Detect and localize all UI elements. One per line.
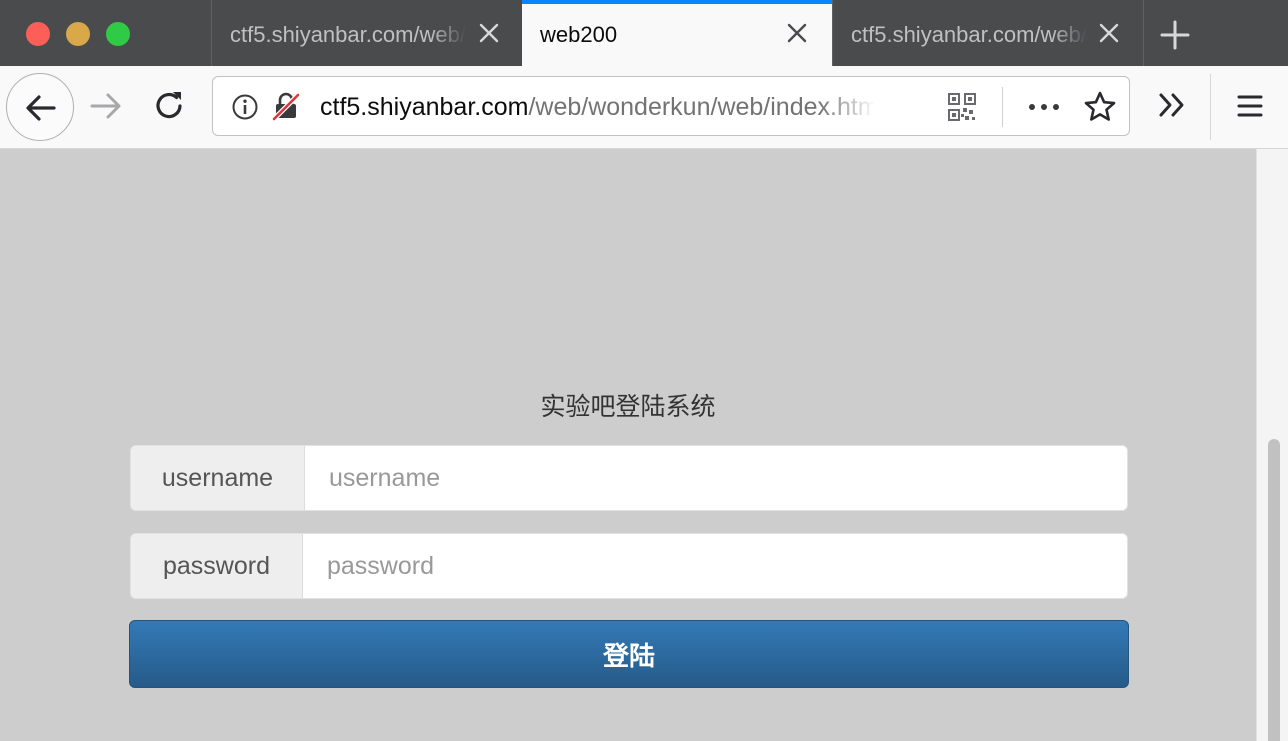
window-close-button[interactable] [26, 22, 50, 46]
page-content: 实验吧登陆系统 username password 登陆 [0, 149, 1256, 741]
info-icon[interactable] [231, 93, 259, 121]
password-input-group: password [130, 533, 1128, 599]
tab-title: ctf5.shiyanbar.com/web/wonderkun/web/ind… [851, 22, 1087, 47]
tab-1[interactable]: ctf5.shiyanbar.com/web/wonderkun/web/ind… [211, 0, 522, 66]
tab-strip: ctf5.shiyanbar.com/web/wonderkun/web/ind… [0, 0, 1288, 66]
toolbar-separator [1210, 74, 1211, 140]
qr-code-icon[interactable] [947, 92, 977, 122]
hamburger-menu-icon[interactable] [1236, 92, 1264, 120]
url-path: /web/wonderkun/web/index.html [528, 93, 876, 121]
new-tab-plus-icon[interactable] [1156, 16, 1194, 54]
bookmark-star-icon[interactable] [1083, 90, 1117, 124]
login-button[interactable]: 登陆 [129, 620, 1129, 688]
tab-3[interactable]: ctf5.shiyanbar.com/web/wonderkun/web/ind… [832, 0, 1144, 66]
navigation-toolbar: ctf5.shiyanbar.com/web/wonderkun/web/ind… [0, 66, 1288, 149]
close-icon[interactable] [476, 20, 502, 46]
back-button[interactable] [6, 73, 74, 141]
username-input-group: username [130, 445, 1128, 511]
window-minimize-button[interactable] [66, 22, 90, 46]
overflow-chevron-icon[interactable] [1156, 90, 1190, 120]
close-icon[interactable] [1096, 20, 1122, 46]
tab-2-active[interactable]: web200 [522, 0, 832, 66]
password-input[interactable] [303, 534, 1127, 598]
url-text[interactable]: ctf5.shiyanbar.com/web/wonderkun/web/ind… [320, 93, 876, 122]
tab-title: web200 [540, 22, 618, 47]
browser-window: ctf5.shiyanbar.com/web/wonderkun/web/ind… [0, 0, 1288, 741]
page-actions-icon[interactable] [1027, 92, 1061, 122]
url-host: ctf5.shiyanbar.com [320, 93, 529, 121]
scrollbar[interactable] [1256, 149, 1288, 741]
password-label: password [131, 534, 303, 598]
scrollbar-thumb[interactable] [1268, 439, 1280, 741]
close-icon[interactable] [784, 20, 810, 46]
page-title: 实验吧登陆系统 [540, 393, 716, 421]
back-arrow-icon [26, 95, 56, 121]
forward-arrow-icon[interactable] [88, 88, 124, 124]
url-separator [1002, 87, 1003, 127]
tab-title: ctf5.shiyanbar.com/web/wonderkun/web/ind… [230, 22, 466, 47]
window-maximize-button[interactable] [106, 22, 130, 46]
username-input[interactable] [305, 446, 1127, 510]
insecure-lock-icon[interactable] [271, 91, 301, 121]
address-bar[interactable]: ctf5.shiyanbar.com/web/wonderkun/web/ind… [212, 76, 1130, 136]
username-label: username [131, 446, 305, 510]
reload-icon[interactable] [152, 88, 188, 124]
